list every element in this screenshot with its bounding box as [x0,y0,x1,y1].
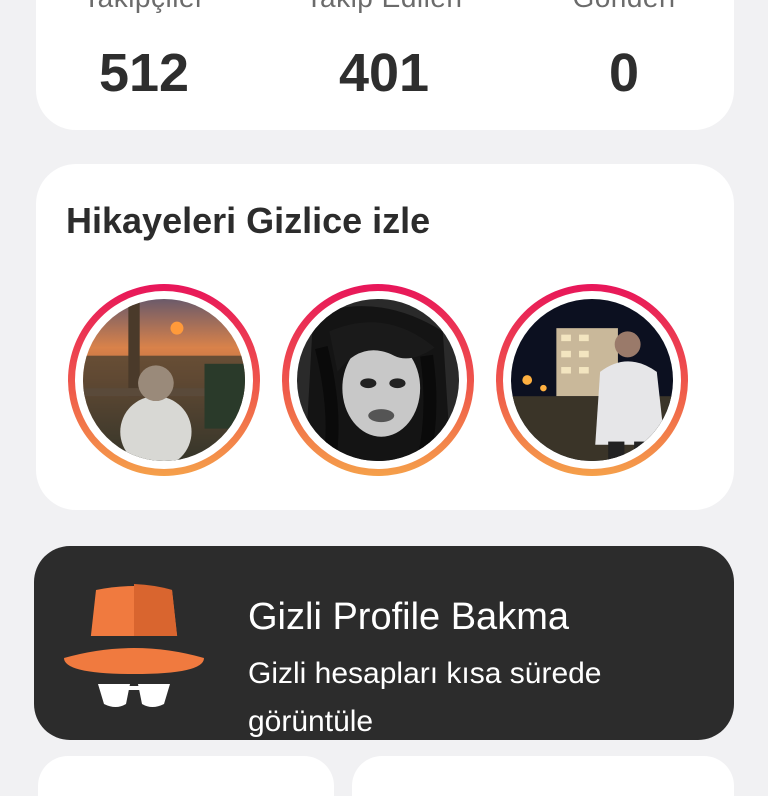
stat-label: Takip Edilen [284,0,484,14]
stories-title: Hikayeleri Gizlice izle [66,200,431,241]
story-avatar-night-city [511,299,673,461]
profile-stats-card: Takipçiler 512 Takip Edilen 401 Gönderi … [36,0,734,130]
stat-label: Takipçiler [44,0,244,14]
hidden-profile-subtitle: Gizli hesapları kısa sürede görüntüle [248,657,602,738]
spy-hat-icon [64,584,204,707]
story-avatar-sunset [83,299,245,461]
bottom-card-right[interactable] [352,756,734,796]
story-avatar-bw-portrait [297,299,459,461]
stat-value: 512 [98,43,190,103]
stat-value: 401 [338,43,430,103]
story-item[interactable] [282,284,474,476]
stories-card: Hikayeleri Gizlice izle [36,164,734,510]
hidden-profile-title: Gizli Profile Bakma [248,596,569,638]
stat-value: 0 [608,43,640,103]
bottom-card-left[interactable] [38,756,334,796]
stat-label: Gönderi [524,0,724,14]
story-item[interactable] [68,284,260,476]
hidden-profile-card[interactable]: Gizli Profile Bakma Gizli hesapları kısa… [34,546,734,740]
story-item[interactable] [496,284,688,476]
